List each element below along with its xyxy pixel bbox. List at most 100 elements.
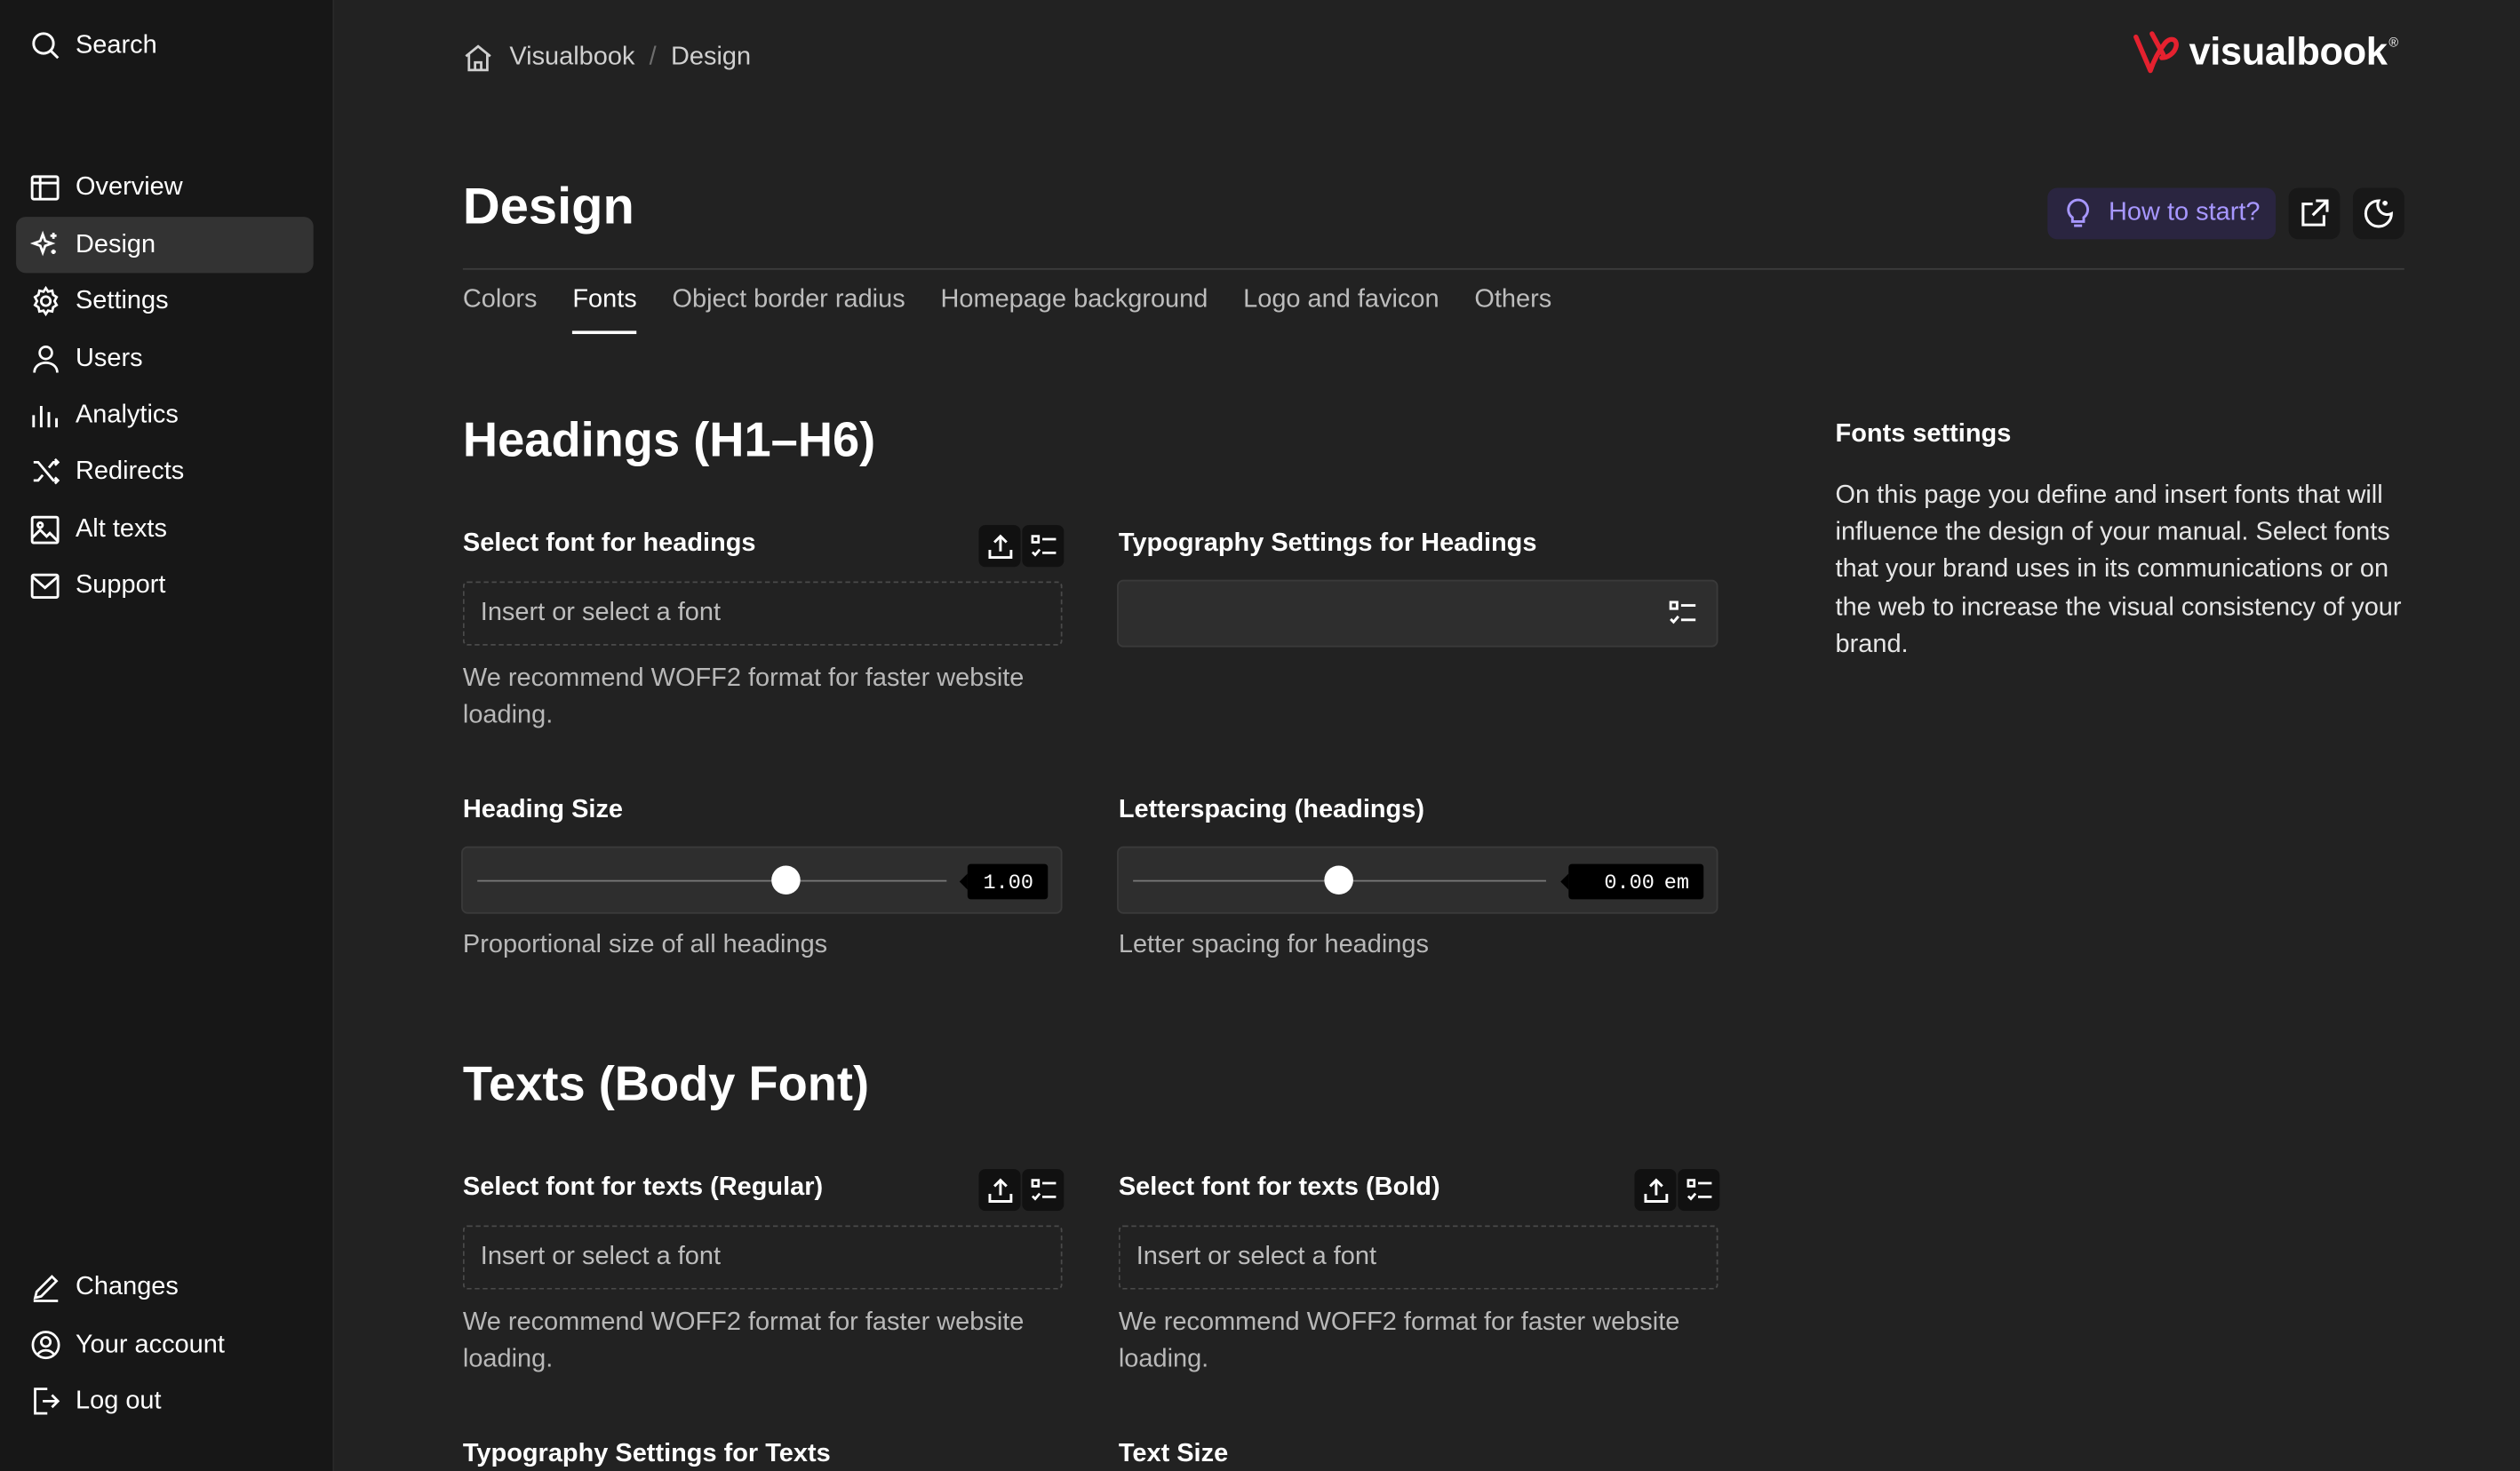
sidebar-item-changes[interactable]: Changes [16,1259,314,1315]
upload-font-button[interactable] [978,1169,1021,1212]
texts-bold-actions [1633,1169,1720,1212]
breadcrumb: Visualbook / Design [463,38,751,76]
external-link-icon [2300,199,2329,228]
heading-size-label: Heading Size [462,796,624,824]
image-icon [29,513,61,545]
breadcrumb-separator: / [649,43,657,71]
user-icon [29,343,61,375]
letterspacing-help: Letter spacing for headings [1118,931,1429,959]
texts-regular-actions [977,1169,1065,1212]
home-icon[interactable] [463,44,493,73]
upload-font-button[interactable] [1634,1169,1677,1212]
font-list-button[interactable] [1022,525,1065,568]
logout-icon [29,1385,61,1417]
texts-bold-help: We recommend WOFF2 format for faster web… [1118,1308,1680,1373]
checklist-icon [1029,1176,1057,1204]
sidebar-item-design[interactable]: Design [16,217,314,274]
pencil-icon [29,1271,61,1303]
texts-regular-label: Select font for texts (Regular) [462,1173,824,1202]
sidebar-item-label: Your account [76,1330,225,1358]
letterspacing-slider: 0.00 em [1117,846,1719,914]
texts-regular-font-input[interactable] [462,1225,1063,1290]
sidebar-item-users[interactable]: Users [16,330,314,386]
heading-size-track[interactable] [477,879,947,882]
heading-size-thumb[interactable] [771,865,801,895]
sidebar-item-label: Changes [76,1272,179,1300]
checklist-icon [1685,1176,1712,1204]
sparkle-icon [29,229,61,261]
checklist-icon [1029,532,1057,560]
theme-toggle-button[interactable] [2352,187,2404,240]
page-title: Design [462,176,634,235]
section-title-texts: Texts (Body Font) [462,1058,870,1112]
sidebar-item-redirects[interactable]: Redirects [16,443,314,499]
sidebar-item-settings[interactable]: Settings [16,273,314,329]
moon-icon [2363,197,2395,229]
tab-homepage-background[interactable]: Homepage background [940,286,1208,334]
sidebar-item-label: Overview [76,172,183,201]
texts-regular-help: We recommend WOFF2 format for faster web… [462,1308,1025,1373]
how-to-start-label: How to start? [2109,199,2261,227]
open-external-button[interactable] [2288,187,2341,240]
gear-icon [29,285,61,317]
brand-logo[interactable]: visualbook ® [2131,29,2398,77]
checklist-icon [1668,599,1697,628]
sidebar-item-overview[interactable]: Overview [16,159,314,215]
breadcrumb-current: Design [671,43,752,71]
bar-chart-icon [29,399,61,431]
letterspacing-thumb[interactable] [1324,865,1353,895]
lightbulb-icon [2063,197,2093,229]
sidebar-item-alt-texts[interactable]: Alt texts [16,501,314,557]
heading-size-help: Proportional size of all headings [462,931,828,959]
sidebar-item-support[interactable]: Support [16,557,314,613]
upload-font-button[interactable] [978,525,1021,568]
mail-icon [29,569,61,601]
app-root: Search Overview Design Settings Users An… [0,0,2520,1471]
texts-bold-font-input[interactable] [1118,1225,1719,1290]
tab-logo-and-favicon[interactable]: Logo and favicon [1243,286,1439,334]
brand-mark-icon [2131,29,2182,77]
text-size-label: Text Size [1118,1440,1229,1468]
upload-icon [1642,1176,1670,1204]
tab-others[interactable]: Others [1474,286,1551,334]
sidebar-item-label: Analytics [76,401,179,428]
headings-font-actions [977,525,1065,568]
letterspacing-number: 0.00 [1604,869,1655,895]
how-to-start-button[interactable]: How to start? [2047,187,2277,240]
tab-colors[interactable]: Colors [463,286,538,334]
headings-typography-label: Typography Settings for Headings [1118,529,1537,558]
tab-bar: Colors Fonts Object border radius Homepa… [463,286,1587,335]
sidebar-item-label: Log out [76,1387,162,1414]
header-divider [462,267,2404,270]
aside-description: On this page you define and insert fonts… [1835,481,2402,658]
account-icon [29,1329,61,1361]
sidebar-item-account[interactable]: Your account [16,1316,314,1372]
breadcrumb-root[interactable]: Visualbook [509,44,634,73]
headings-font-label: Select font for headings [462,529,756,558]
sidebar-item-label: Alt texts [76,514,167,543]
letterspacing-unit: em [1663,869,1689,895]
tab-fonts[interactable]: Fonts [572,286,637,335]
heading-size-number: 1.00 [983,869,1033,895]
sidebar-item-analytics[interactable]: Analytics [16,387,314,443]
shuffle-icon [29,456,61,488]
sidebar-item-logout[interactable]: Log out [16,1373,314,1429]
letterspacing-label: Letterspacing (headings) [1118,796,1424,824]
sidebar-search[interactable]: Search [16,18,314,74]
headings-typography-select[interactable] [1117,579,1719,648]
search-icon [29,29,61,61]
heading-size-value: 1.00 [959,863,1049,900]
font-list-button[interactable] [1678,1169,1720,1212]
brand-registered-mark: ® [2388,34,2399,50]
sidebar-item-label: Design [76,230,156,258]
font-list-button[interactable] [1022,1169,1065,1212]
letterspacing-value: 0.00 em [1560,863,1704,900]
overview-icon [29,171,61,203]
headings-font-input[interactable] [462,581,1063,646]
sidebar: Search Overview Design Settings Users An… [0,0,335,1471]
sidebar-item-label: Users [76,344,143,372]
upload-icon [986,532,1014,560]
headings-font-help: We recommend WOFF2 format for faster web… [462,664,1025,729]
tab-object-border-radius[interactable]: Object border radius [672,286,905,334]
brand-name: visualbook [2189,30,2388,75]
